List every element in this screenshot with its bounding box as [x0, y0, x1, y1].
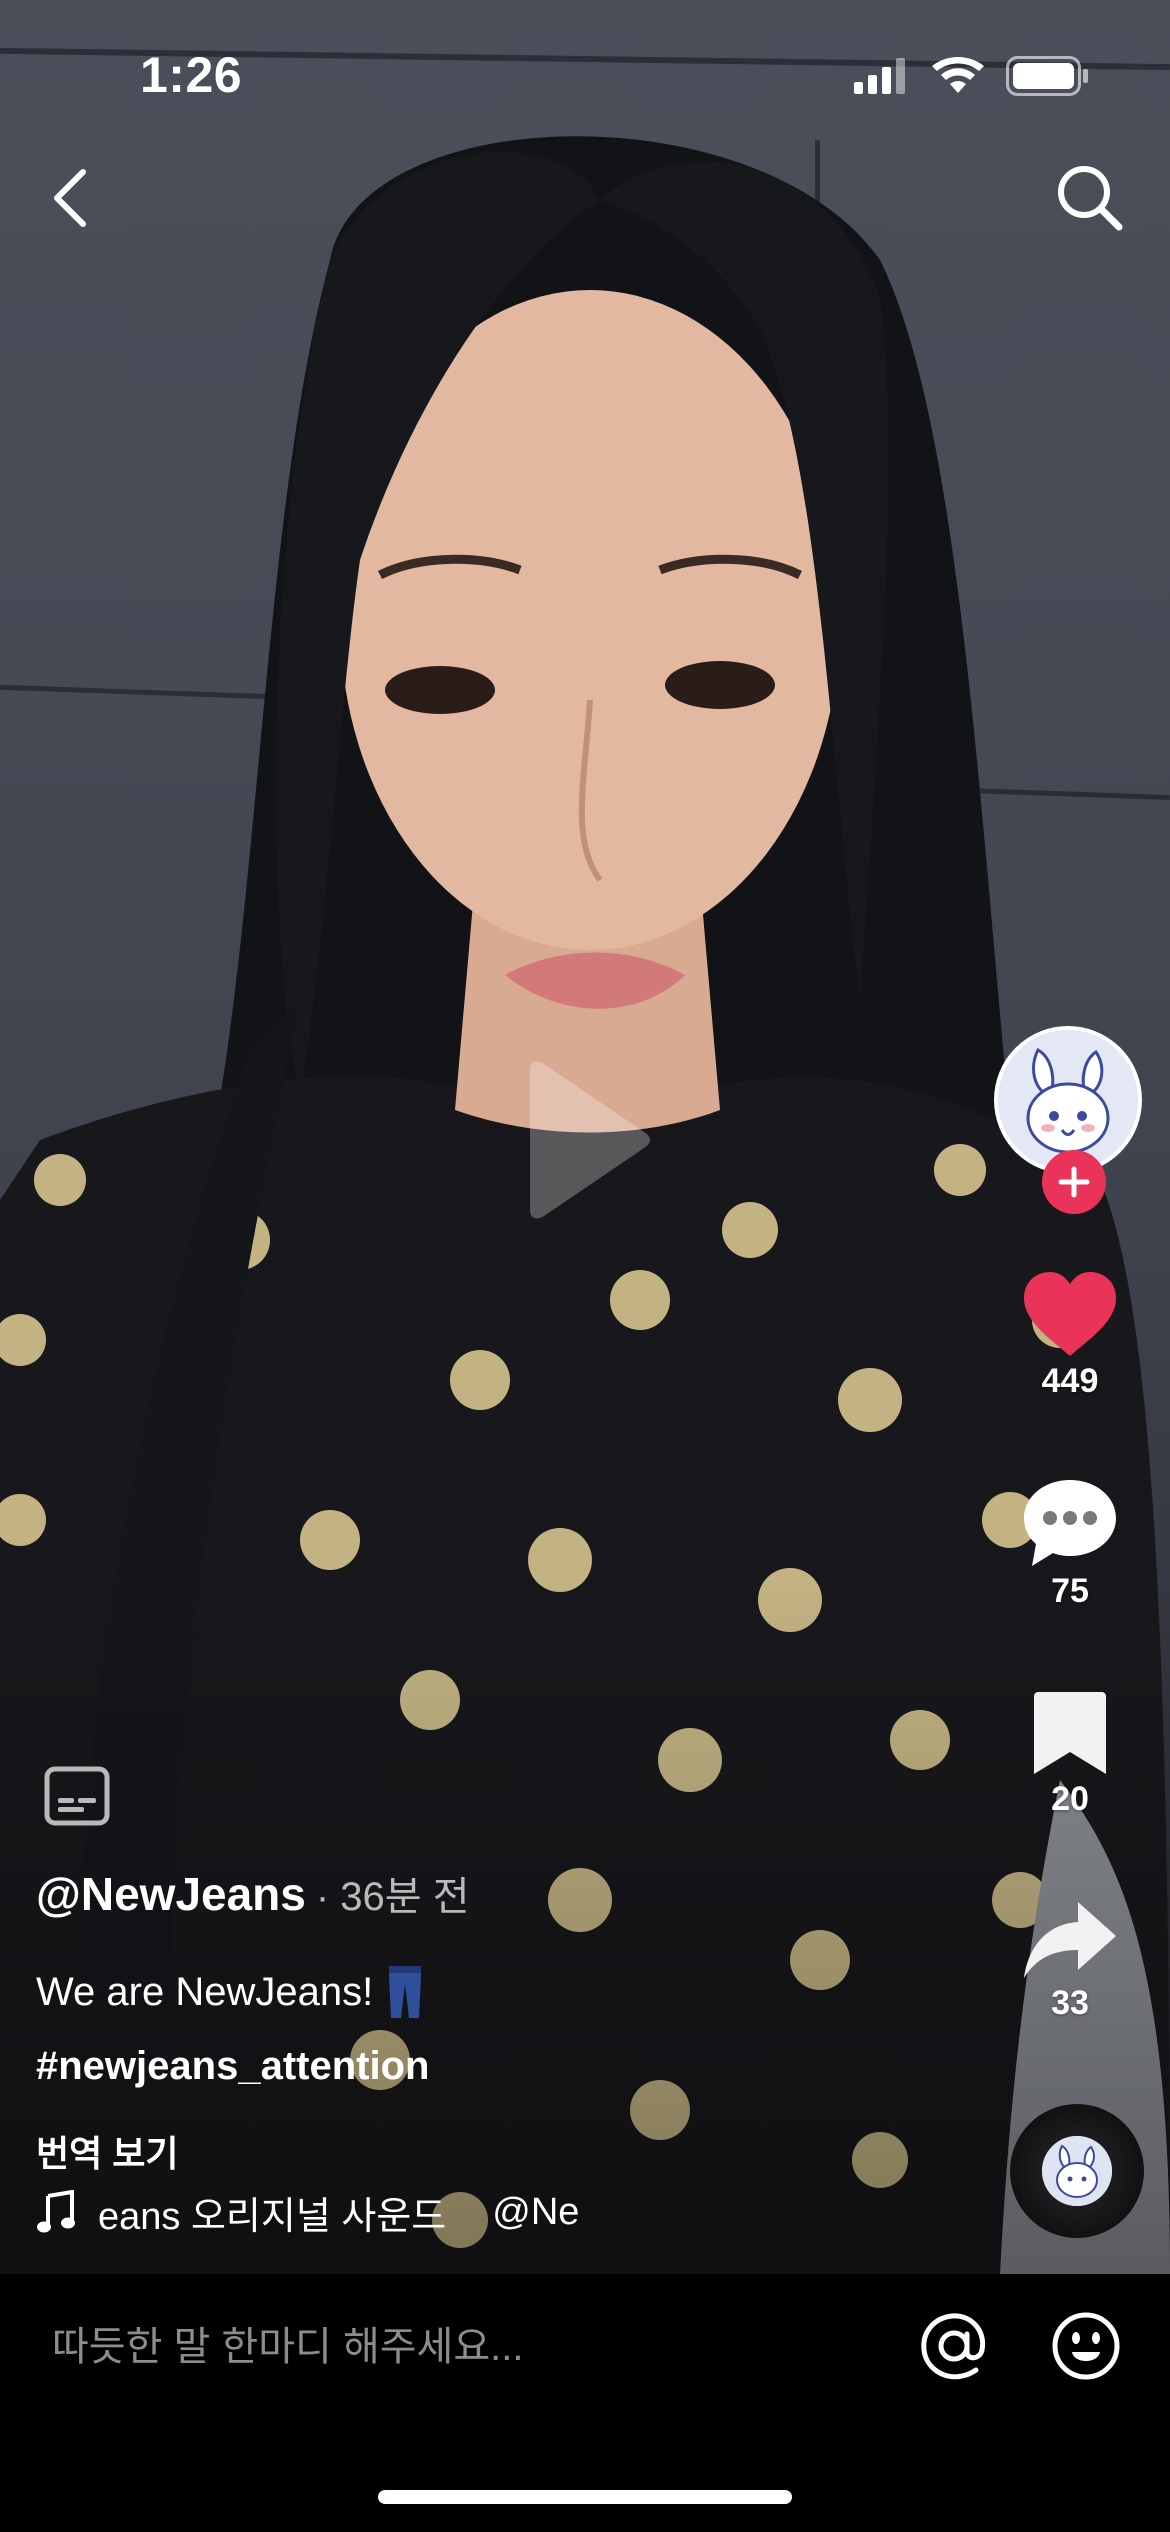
hashtag-link[interactable]: #newjeans_attention [36, 2044, 936, 2089]
at-sign-icon [921, 2313, 986, 2380]
share-count: 33 [1051, 1984, 1089, 2022]
comment-count: 75 [1051, 1572, 1089, 1610]
search-icon [1058, 166, 1123, 231]
battery-icon [1006, 56, 1088, 96]
video-screen: 1:26 449 75 20 33 @NewJeans · 36분 전 We a… [0, 0, 1170, 2532]
sound-disc-button[interactable] [1010, 2104, 1144, 2238]
bunny-avatar-icon [998, 1030, 1138, 1170]
bookmark-icon [1034, 1692, 1106, 1774]
post-meta: @NewJeans · 36분 전 We are NewJeans! #newj… [36, 1864, 936, 2177]
bookmark-count: 20 [1051, 1780, 1089, 1818]
share-arrow-icon [1024, 1902, 1116, 1978]
closed-captions-icon [44, 1766, 110, 1826]
creator-avatar-button[interactable] [994, 1026, 1142, 1214]
mention-button[interactable] [918, 2310, 990, 2382]
author-handle[interactable]: @NewJeans [36, 1867, 306, 1921]
caption-text: We are NewJeans! [36, 1970, 374, 2014]
captions-button[interactable] [44, 1766, 110, 1826]
music-title: eans 오리지널 사운드 [98, 2195, 447, 2238]
heart-icon [1024, 1272, 1116, 1356]
jeans-icon [389, 1966, 422, 2018]
emoji-button[interactable] [1050, 2310, 1122, 2382]
comment-bar [0, 2274, 1170, 2424]
translate-button[interactable]: 번역 보기 [36, 2125, 936, 2177]
status-bar: 1:26 [0, 0, 1170, 150]
wifi-icon [932, 57, 984, 93]
plus-icon [1058, 1166, 1090, 1198]
like-count: 449 [1041, 1362, 1099, 1400]
comment-input[interactable] [50, 2316, 854, 2378]
home-indicator[interactable] [378, 2490, 792, 2504]
back-button[interactable] [36, 158, 106, 238]
chevron-left-icon [54, 169, 86, 227]
music-author: @Ne [492, 2190, 580, 2233]
post-caption: We are NewJeans! [36, 1964, 936, 2020]
status-time: 1:26 [140, 47, 243, 103]
bunny-avatar-icon [1042, 2136, 1112, 2206]
follow-button[interactable] [1042, 1150, 1106, 1214]
music-note-icon [37, 2190, 75, 2233]
bookmark-button[interactable]: 20 [970, 1690, 1170, 1819]
share-button[interactable]: 33 [970, 1900, 1170, 2023]
like-button[interactable]: 449 [970, 1270, 1170, 1401]
music-ticker[interactable]: eans 오리지널 사운드 @Ne [36, 2182, 656, 2242]
cellular-signal-icon [854, 58, 905, 94]
search-button[interactable] [1050, 158, 1130, 238]
sound-disc-avatar [1042, 2136, 1112, 2206]
play-icon [530, 1061, 650, 1219]
author-line: @NewJeans · 36분 전 [36, 1864, 936, 1922]
emoji-icon [1052, 2312, 1120, 2380]
post-time: · 36분 전 [315, 1875, 470, 1919]
play-button[interactable] [522, 1060, 652, 1220]
comment-bubble-icon [1024, 1480, 1116, 1566]
status-icons [854, 56, 1090, 96]
comment-button[interactable]: 75 [970, 1478, 1170, 1611]
